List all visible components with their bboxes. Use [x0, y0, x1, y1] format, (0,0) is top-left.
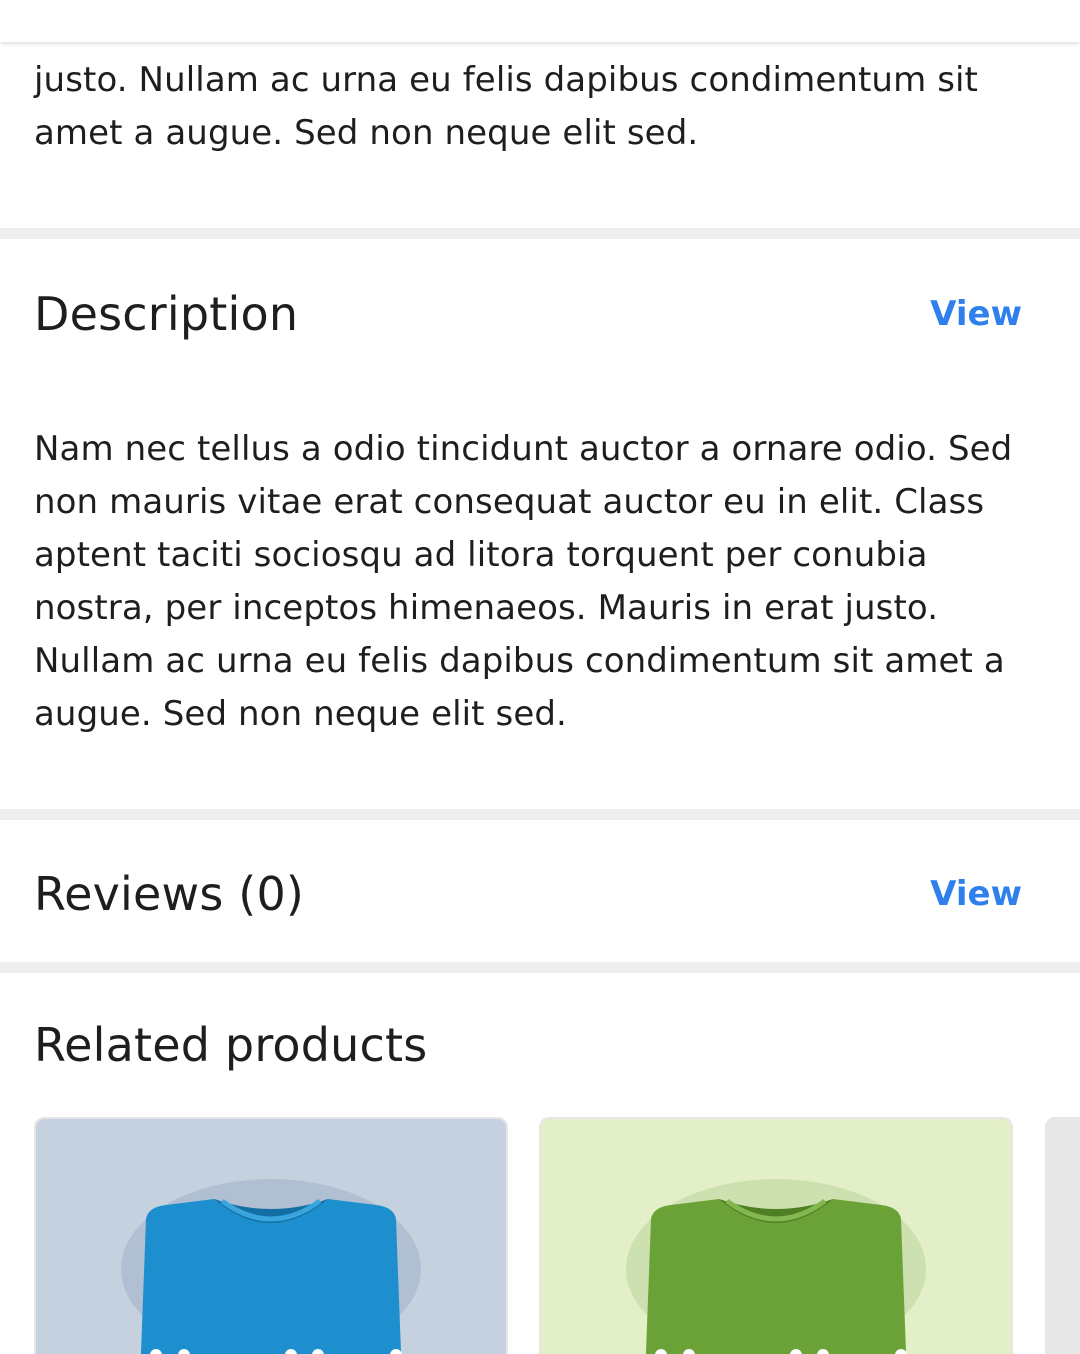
related-product-card[interactable]: [539, 1117, 1013, 1354]
reviews-title: Reviews (0): [34, 867, 305, 921]
short-description-text: justo. Nullam ac urna eu felis dapibus c…: [34, 60, 978, 153]
description-body: Nam nec tellus a odio tincidunt auctor a…: [34, 429, 1013, 734]
section-divider: [0, 962, 1080, 973]
description-title: Description: [34, 287, 299, 341]
section-divider: [0, 809, 1080, 820]
green-tshirt-image: [541, 1119, 1011, 1354]
reviews-header[interactable]: Reviews (0) View: [34, 864, 1046, 924]
related-product-card[interactable]: [34, 1117, 508, 1354]
section-divider: [0, 228, 1080, 239]
product-detail-page: justo. Nullam ac urna eu felis dapibus c…: [0, 0, 1080, 1354]
related-products-title: Related products: [34, 1018, 428, 1072]
reviews-view-link[interactable]: View: [930, 874, 1022, 914]
description-view-link[interactable]: View: [930, 294, 1022, 334]
description-header: Description View: [34, 284, 1046, 344]
related-product-card-partial[interactable]: [1045, 1117, 1080, 1354]
blue-tshirt-image: [36, 1119, 506, 1354]
top-app-bar: [0, 0, 1080, 42]
